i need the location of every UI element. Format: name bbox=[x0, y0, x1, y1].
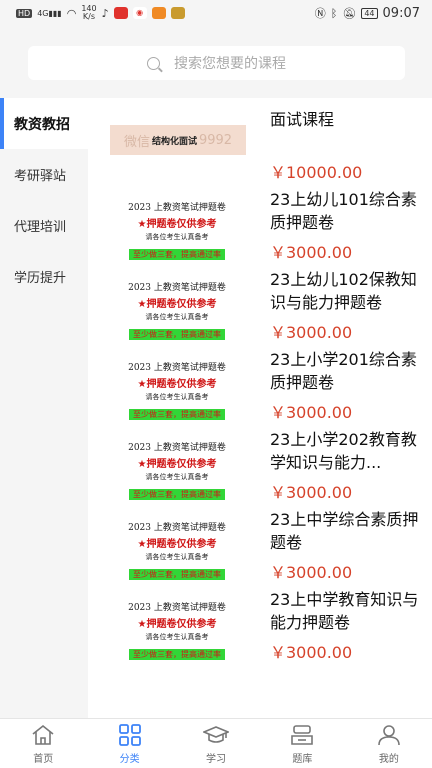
sidebar-item-agent-training[interactable]: 代理培训 bbox=[0, 200, 88, 251]
course-price: ￥3000.00 bbox=[270, 643, 353, 662]
tab-question-bank[interactable]: 题库 bbox=[259, 719, 345, 768]
course-thumbnail: 2023 上教资笔试押题卷 ★押题卷仅供参考 请各位考生认真备考 至少做三套，提… bbox=[110, 518, 244, 580]
course-thumbnail: 2023 上教资笔试押题卷 ★押题卷仅供参考 请各位考生认真备考 至少做三套，提… bbox=[110, 438, 244, 500]
list-item[interactable]: 微信 结构化面试 9992 面试课程 ￥10000.00 bbox=[88, 98, 432, 182]
category-icon bbox=[118, 723, 141, 746]
list-item[interactable]: 2023 上教资笔试押题卷 ★押题卷仅供参考 请各位考生认真备考 至少做三套，提… bbox=[88, 418, 432, 502]
tab-home[interactable]: 首页 bbox=[0, 719, 86, 768]
signal-icon: 4G▮▮▮ bbox=[37, 8, 62, 18]
search-icon bbox=[147, 56, 160, 70]
tab-category[interactable]: 分类 bbox=[86, 719, 172, 768]
course-name: 23上小学201综合素质押题卷 bbox=[270, 350, 417, 392]
battery-icon: 44 bbox=[361, 7, 378, 19]
list-item[interactable]: 2023 上教资笔试押题卷 ★押题卷仅供参考 请各位考生认真备考 至少做三套，提… bbox=[88, 178, 432, 262]
course-name: 23上幼儿101综合素质押题卷 bbox=[270, 190, 417, 232]
sidebar-item-postgrad[interactable]: 考研驿站 bbox=[0, 149, 88, 200]
course-thumbnail: 2023 上教资笔试押题卷 ★押题卷仅供参考 请各位考生认真备考 至少做三套，提… bbox=[110, 198, 244, 260]
user-icon bbox=[378, 724, 400, 745]
category-sidebar: 教资教招 考研驿站 代理培训 学历提升 bbox=[0, 98, 88, 718]
course-name: 23上幼儿102保教知识与能力押题卷 bbox=[270, 270, 417, 312]
status-bar: HD 4G▮▮▮ ◠ 140 K/s ♪ ◉ Ⓝ ᛒ 🔕︎ 44 09:07 bbox=[0, 0, 432, 26]
hd-indicator: HD bbox=[16, 8, 33, 18]
list-item[interactable]: 2023 上教资笔试押题卷 ★押题卷仅供参考 请各位考生认真备考 至少做三套，提… bbox=[88, 498, 432, 582]
course-name: 面试课程 bbox=[270, 110, 335, 129]
course-name: 23上中学综合素质押题卷 bbox=[270, 510, 419, 552]
tab-mine[interactable]: 我的 bbox=[346, 719, 432, 768]
course-list: 微信 结构化面试 9992 面试课程 ￥10000.00 2023 上教资笔试押… bbox=[88, 98, 432, 718]
course-name: 23上小学202教育教学知识与能力... bbox=[270, 430, 417, 472]
clock: 09:07 bbox=[382, 5, 420, 21]
question-bank-icon bbox=[291, 724, 314, 745]
wifi-icon: ◠ bbox=[66, 6, 77, 20]
list-item[interactable]: 2023 上教资笔试押题卷 ★押题卷仅供参考 请各位考生认真备考 至少做三套，提… bbox=[88, 258, 432, 342]
course-thumbnail: 2023 上教资笔试押题卷 ★押题卷仅供参考 请各位考生认真备考 至少做三套，提… bbox=[110, 598, 244, 660]
app-icon-red bbox=[113, 7, 128, 19]
list-item[interactable]: 2023 上教资笔试押题卷 ★押题卷仅供参考 请各位考生认真备考 至少做三套，提… bbox=[88, 578, 432, 662]
net-speed: 140 K/s bbox=[81, 4, 97, 21]
app-icon-orange bbox=[151, 7, 166, 19]
home-icon bbox=[32, 724, 54, 745]
weibo-icon: ◉ bbox=[132, 7, 147, 19]
nfc-icon: Ⓝ bbox=[314, 7, 326, 20]
mute-icon: 🔕︎ bbox=[342, 6, 357, 20]
tiktok-icon: ♪ bbox=[101, 6, 109, 20]
sidebar-item-teacher-cert[interactable]: 教资教招 bbox=[0, 98, 88, 149]
graduation-cap-icon bbox=[203, 725, 230, 743]
app-icon-gold bbox=[170, 7, 185, 19]
list-item[interactable]: 2023 上教资笔试押题卷 ★押题卷仅供参考 请各位考生认真备考 至少做三套，提… bbox=[88, 338, 432, 422]
bottom-tab-bar: 首页 分类 学习 题库 我的 bbox=[0, 718, 432, 768]
bluetooth-icon: ᛒ bbox=[330, 6, 338, 20]
sidebar-item-degree[interactable]: 学历提升 bbox=[0, 251, 88, 302]
course-thumbnail: 微信 结构化面试 9992 bbox=[110, 125, 246, 155]
tab-study[interactable]: 学习 bbox=[173, 719, 259, 768]
course-thumbnail: 2023 上教资笔试押题卷 ★押题卷仅供参考 请各位考生认真备考 至少做三套，提… bbox=[110, 278, 244, 340]
course-name: 23上中学教育知识与能力押题卷 bbox=[270, 590, 419, 632]
course-thumbnail: 2023 上教资笔试押题卷 ★押题卷仅供参考 请各位考生认真备考 至少做三套，提… bbox=[110, 358, 244, 420]
search-placeholder: 搜索您想要的课程 bbox=[174, 56, 286, 72]
search-area: 搜索您想要的课程 bbox=[0, 26, 432, 98]
search-input[interactable]: 搜索您想要的课程 bbox=[28, 46, 405, 80]
